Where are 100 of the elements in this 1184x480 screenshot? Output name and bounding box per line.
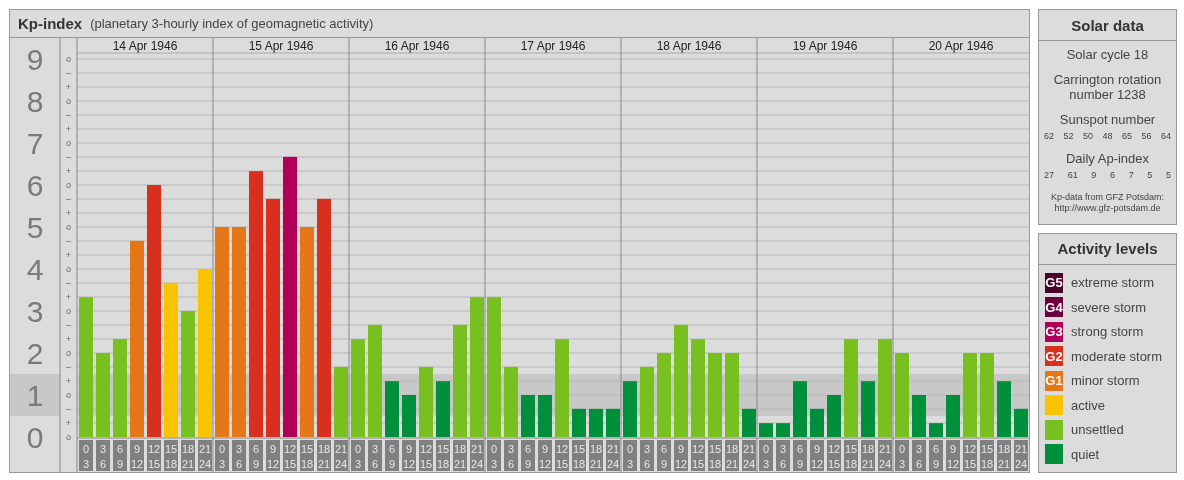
storm-level-badge: G5 — [1045, 272, 1063, 293]
kp-fraction-mark: o — [66, 180, 71, 190]
day-label: 14 Apr 1946 — [112, 39, 178, 53]
panel-title: Activity levels — [1039, 233, 1176, 265]
kp-fraction-mark: o — [66, 432, 71, 442]
time-slot-label: 15 18 — [844, 440, 858, 471]
time-slot-label: 6 9 — [249, 440, 263, 471]
time-slot-label: 18 21 — [861, 440, 875, 471]
kp-axis-label: 3 — [26, 295, 44, 328]
sunspot-value: 65 — [1121, 131, 1132, 141]
kp-axis-label: 9 — [26, 43, 44, 76]
level-label: active — [1071, 397, 1105, 413]
day-label: 18 Apr 1946 — [656, 39, 722, 53]
time-slot-label: 21 24 — [606, 440, 620, 471]
kp-axis-label: 5 — [26, 211, 44, 244]
time-slot-label: 9 12 — [810, 440, 824, 471]
kp-fraction-mark: o — [66, 348, 71, 358]
level-label: moderate storm — [1071, 348, 1163, 364]
storm-level-badge: G3 — [1045, 321, 1063, 342]
kp-fraction-mark: o — [66, 390, 71, 400]
time-slot-label: 21 24 — [198, 440, 212, 471]
carrington-rotation: Carrington rotation number 1238 — [1052, 72, 1163, 102]
kp-fraction-mark: + — [65, 250, 72, 260]
time-slot-label: 21 24 — [878, 440, 892, 471]
level-label: minor storm — [1071, 373, 1140, 388]
time-slot-label: 0 3 — [623, 440, 637, 471]
ap-value: 9 — [1091, 170, 1097, 180]
time-slot-label: 0 3 — [895, 440, 909, 471]
kp-fraction-mark: – — [66, 278, 71, 288]
kp-fraction-mark: – — [66, 404, 71, 414]
sunspot-value: 62 — [1044, 131, 1054, 141]
time-slot-label: 12 15 — [827, 440, 841, 471]
time-slot-label: 3 6 — [96, 440, 110, 471]
source-note: http://www.gfz-potsdam.de — [1054, 203, 1161, 214]
time-slot-label: 0 3 — [759, 440, 773, 471]
storm-level-badge: G2 — [1045, 346, 1063, 366]
kp-axis-label: 1 — [26, 379, 44, 412]
sunspot-heading: Sunspot number — [1059, 112, 1156, 127]
kp-fraction-mark: + — [65, 82, 72, 92]
time-slot-label: 18 21 — [317, 440, 331, 471]
ap-value: 27 — [1044, 170, 1054, 180]
kp-fraction-mark: + — [65, 292, 72, 302]
time-slot-label: 9 12 — [538, 440, 552, 471]
time-slot-label: 3 6 — [504, 440, 518, 471]
kp-fraction-mark: o — [66, 306, 71, 316]
time-slot-label: 3 6 — [776, 440, 790, 471]
time-slot-label: 12 15 — [419, 440, 433, 471]
time-slot-label: 18 21 — [725, 440, 739, 471]
time-slot-label: 12 15 — [963, 440, 977, 471]
kp-fraction-mark: o — [66, 222, 71, 232]
time-slot-label: 3 6 — [912, 440, 926, 471]
time-slot-label: 3 6 — [368, 440, 382, 471]
chart-title: Kp-index — [18, 15, 83, 32]
level-label: quiet — [1071, 446, 1100, 462]
kp-fraction-mark: – — [66, 110, 71, 120]
time-slot-label: 3 6 — [640, 440, 654, 471]
time-slot-label: 6 9 — [385, 440, 399, 471]
day-label: 16 Apr 1946 — [384, 39, 450, 53]
storm-level-badge: G4 — [1045, 297, 1063, 317]
sunspot-value: 64 — [1160, 131, 1171, 141]
ap-value: 6 — [1109, 170, 1115, 180]
kp-axis-label: 8 — [26, 85, 44, 118]
day-label: 15 Apr 1946 — [248, 39, 314, 53]
kp-fraction-mark: o — [66, 138, 71, 148]
time-slot-label: 12 15 — [283, 440, 297, 471]
time-slot-label: 18 21 — [181, 440, 195, 471]
level-label: unsettled — [1071, 422, 1124, 437]
kp-fraction-mark: – — [66, 236, 71, 246]
time-slot-label: 9 12 — [266, 440, 280, 471]
ap-value: 5 — [1165, 170, 1171, 180]
time-slot-label: 6 9 — [793, 440, 807, 471]
time-slot-label: 15 18 — [980, 440, 994, 471]
storm-level-badge: G1 — [1045, 370, 1063, 391]
level-label: extreme storm — [1071, 275, 1155, 290]
time-slot-label: 12 15 — [691, 440, 705, 471]
solar-cycle: Solar cycle 18 — [1066, 47, 1149, 62]
time-slot-label: 18 21 — [453, 440, 467, 471]
kp-fraction-mark: – — [66, 68, 71, 78]
kp-axis-label: 2 — [26, 337, 44, 370]
kp-axis-label: 0 — [26, 421, 44, 454]
day-label: 17 Apr 1946 — [520, 39, 586, 53]
ap-value: 5 — [1147, 170, 1153, 180]
kp-fraction-mark: + — [65, 208, 72, 218]
time-slot-label: 21 24 — [1014, 440, 1028, 471]
time-slot-label: 12 15 — [555, 440, 569, 471]
day-label: 20 Apr 1946 — [928, 39, 994, 53]
ap-index-heading: Daily Ap-index — [1065, 151, 1150, 166]
time-slot-label: 21 24 — [742, 440, 756, 471]
time-slot-label: 6 9 — [521, 440, 535, 471]
time-slot-label: 9 12 — [130, 440, 144, 471]
panel-title: Solar data — [1039, 10, 1176, 41]
time-slot-label: 0 3 — [79, 440, 93, 471]
time-slot-label: 6 9 — [113, 440, 127, 471]
day-label: 19 Apr 1946 — [792, 39, 858, 53]
kp-axis-label: 7 — [26, 127, 44, 160]
time-slot-label: 15 18 — [708, 440, 722, 471]
kp-fraction-mark: – — [66, 194, 71, 204]
kp-axis-label: 4 — [26, 253, 44, 286]
sunspot-value: 56 — [1141, 131, 1152, 141]
kp-fraction-mark: + — [65, 124, 72, 134]
